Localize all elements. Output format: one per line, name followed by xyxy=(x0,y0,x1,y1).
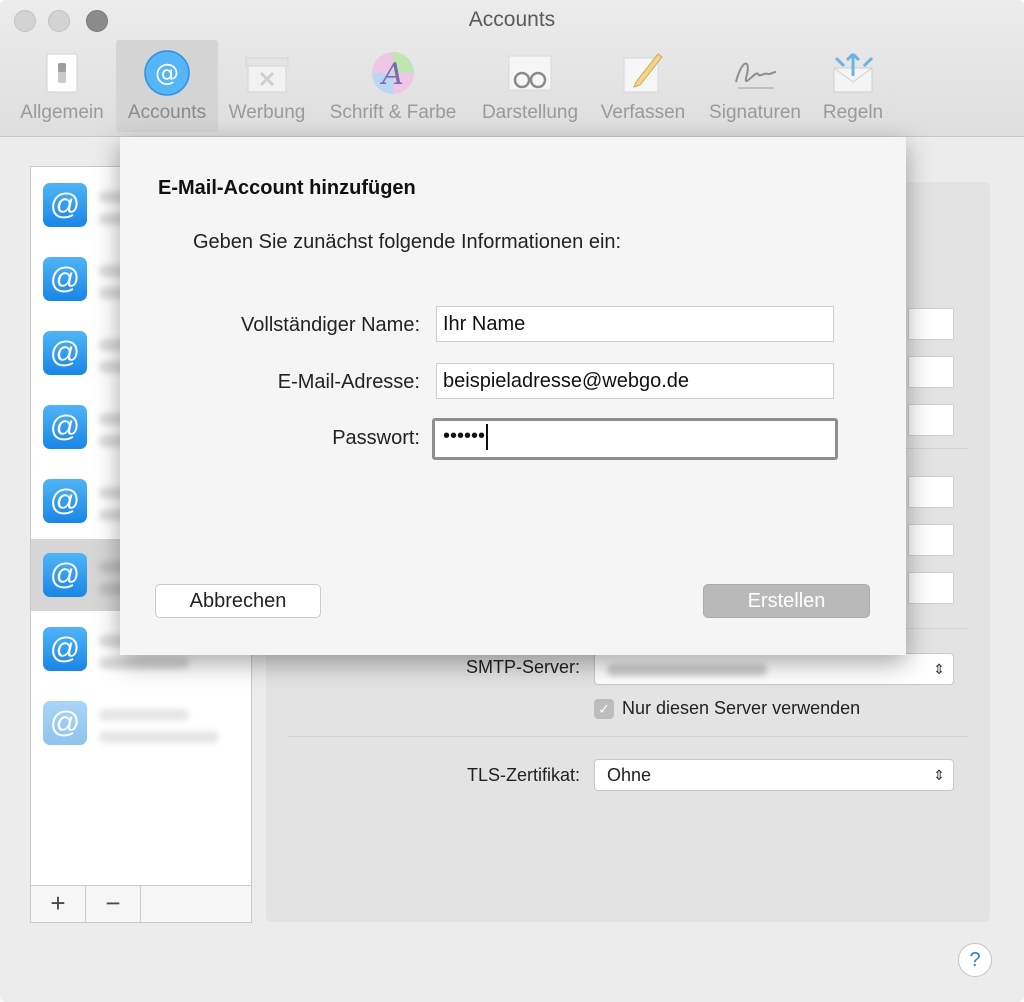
smtp-server-label: SMTP-Server: xyxy=(465,657,580,677)
blurred-account-name xyxy=(99,709,189,721)
preferences-window: Accounts Allgemein @ Accounts Werbung A … xyxy=(0,0,1024,1002)
tab-label: Allgemein xyxy=(20,102,104,123)
cancel-button[interactable]: Abbrechen xyxy=(155,584,321,618)
tab-schrift-farbe[interactable]: A Schrift & Farbe xyxy=(320,40,466,132)
hidden-field[interactable] xyxy=(908,524,954,556)
smtp-server-select[interactable]: ⇕ xyxy=(594,653,954,685)
hidden-field[interactable] xyxy=(908,572,954,604)
updown-arrows-icon: ⇕ xyxy=(933,661,945,677)
email-address-value: beispieladresse@webgo.de xyxy=(443,370,690,392)
tls-certificate-label: TLS-Zertifikat: xyxy=(466,765,580,785)
rules-envelope-icon xyxy=(833,52,874,93)
toolbar: Accounts Allgemein @ Accounts Werbung A … xyxy=(0,0,1024,137)
blurred-account-type xyxy=(99,657,189,669)
tab-label: Signaturen xyxy=(709,102,801,123)
signature-icon xyxy=(735,62,777,89)
tab-label: Darstellung xyxy=(481,102,579,123)
list-item[interactable]: @ xyxy=(31,687,251,759)
divider xyxy=(288,736,968,737)
account-badge-icon: @ xyxy=(43,701,87,745)
account-badge-icon: @ xyxy=(43,553,87,597)
add-account-sheet: E-Mail-Account hinzufügen Geben Sie zunä… xyxy=(120,137,906,655)
account-badge-icon: @ xyxy=(43,405,87,449)
account-badge-icon: @ xyxy=(43,331,87,375)
at-icon: @ xyxy=(144,50,190,96)
account-badge-icon: @ xyxy=(43,183,87,227)
email-address-label: E-Mail-Adresse: xyxy=(277,371,420,393)
hidden-field[interactable] xyxy=(908,356,954,388)
svg-text:A: A xyxy=(379,57,404,92)
full-name-label: Vollständiger Name: xyxy=(241,314,420,336)
switch-icon xyxy=(46,53,78,93)
password-value: •••••• xyxy=(443,425,486,447)
font-color-icon: A xyxy=(372,52,414,94)
svg-text:@: @ xyxy=(155,59,179,87)
accounts-list-footer: + − xyxy=(30,886,252,923)
text-caret xyxy=(486,423,489,450)
tab-signaturen[interactable]: Signaturen xyxy=(700,40,810,132)
divider xyxy=(906,448,968,449)
blurred-account-type xyxy=(99,731,219,743)
tls-certificate-value: Ohne xyxy=(607,765,652,785)
updown-arrows-icon: ⇕ xyxy=(933,767,945,783)
account-badge-icon: @ xyxy=(43,479,87,523)
glasses-icon xyxy=(508,55,552,91)
tab-label: Werbung xyxy=(228,102,306,123)
tls-certificate-select[interactable]: Ohne ⇕ xyxy=(594,759,954,791)
add-account-button[interactable]: + xyxy=(31,886,86,922)
sheet-title: E-Mail-Account hinzufügen xyxy=(158,177,416,199)
account-badge-icon: @ xyxy=(43,257,87,301)
tab-label: Schrift & Farbe xyxy=(329,102,457,123)
sheet-instructions: Geben Sie zunächst folgende Informatione… xyxy=(193,231,622,253)
hidden-field[interactable] xyxy=(908,404,954,436)
only-this-server-checkbox[interactable]: ✓ xyxy=(594,699,614,719)
full-name-field[interactable]: Ihr Name xyxy=(436,306,834,342)
tab-label: Verfassen xyxy=(600,102,686,123)
tab-regeln[interactable]: Regeln xyxy=(816,40,890,132)
tab-label: Accounts xyxy=(127,102,207,123)
remove-account-button[interactable]: − xyxy=(86,886,141,922)
blurred-smtp-value xyxy=(607,664,767,677)
tab-allgemein[interactable]: Allgemein xyxy=(12,40,112,132)
email-address-field[interactable]: beispieladresse@webgo.de xyxy=(436,363,834,399)
tab-verfassen[interactable]: Verfassen xyxy=(594,40,692,132)
create-button[interactable]: Erstellen xyxy=(703,584,870,618)
window-title: Accounts xyxy=(468,8,556,31)
help-button[interactable]: ? xyxy=(958,943,992,977)
tab-accounts[interactable]: @ Accounts xyxy=(116,40,218,132)
full-name-value: Ihr Name xyxy=(443,313,526,335)
only-this-server-label: Nur diesen Server verwenden xyxy=(622,698,861,718)
tab-label: Regeln xyxy=(822,102,884,123)
password-label: Passwort: xyxy=(332,427,420,449)
tab-darstellung[interactable]: Darstellung xyxy=(474,40,586,132)
tab-werbung[interactable]: Werbung xyxy=(222,40,312,132)
junk-tray-icon xyxy=(245,57,289,93)
account-badge-icon: @ xyxy=(43,627,87,671)
hidden-field[interactable] xyxy=(908,476,954,508)
pencil-icon xyxy=(623,53,663,93)
password-field[interactable]: •••••• xyxy=(432,418,838,460)
hidden-field[interactable] xyxy=(908,308,954,340)
